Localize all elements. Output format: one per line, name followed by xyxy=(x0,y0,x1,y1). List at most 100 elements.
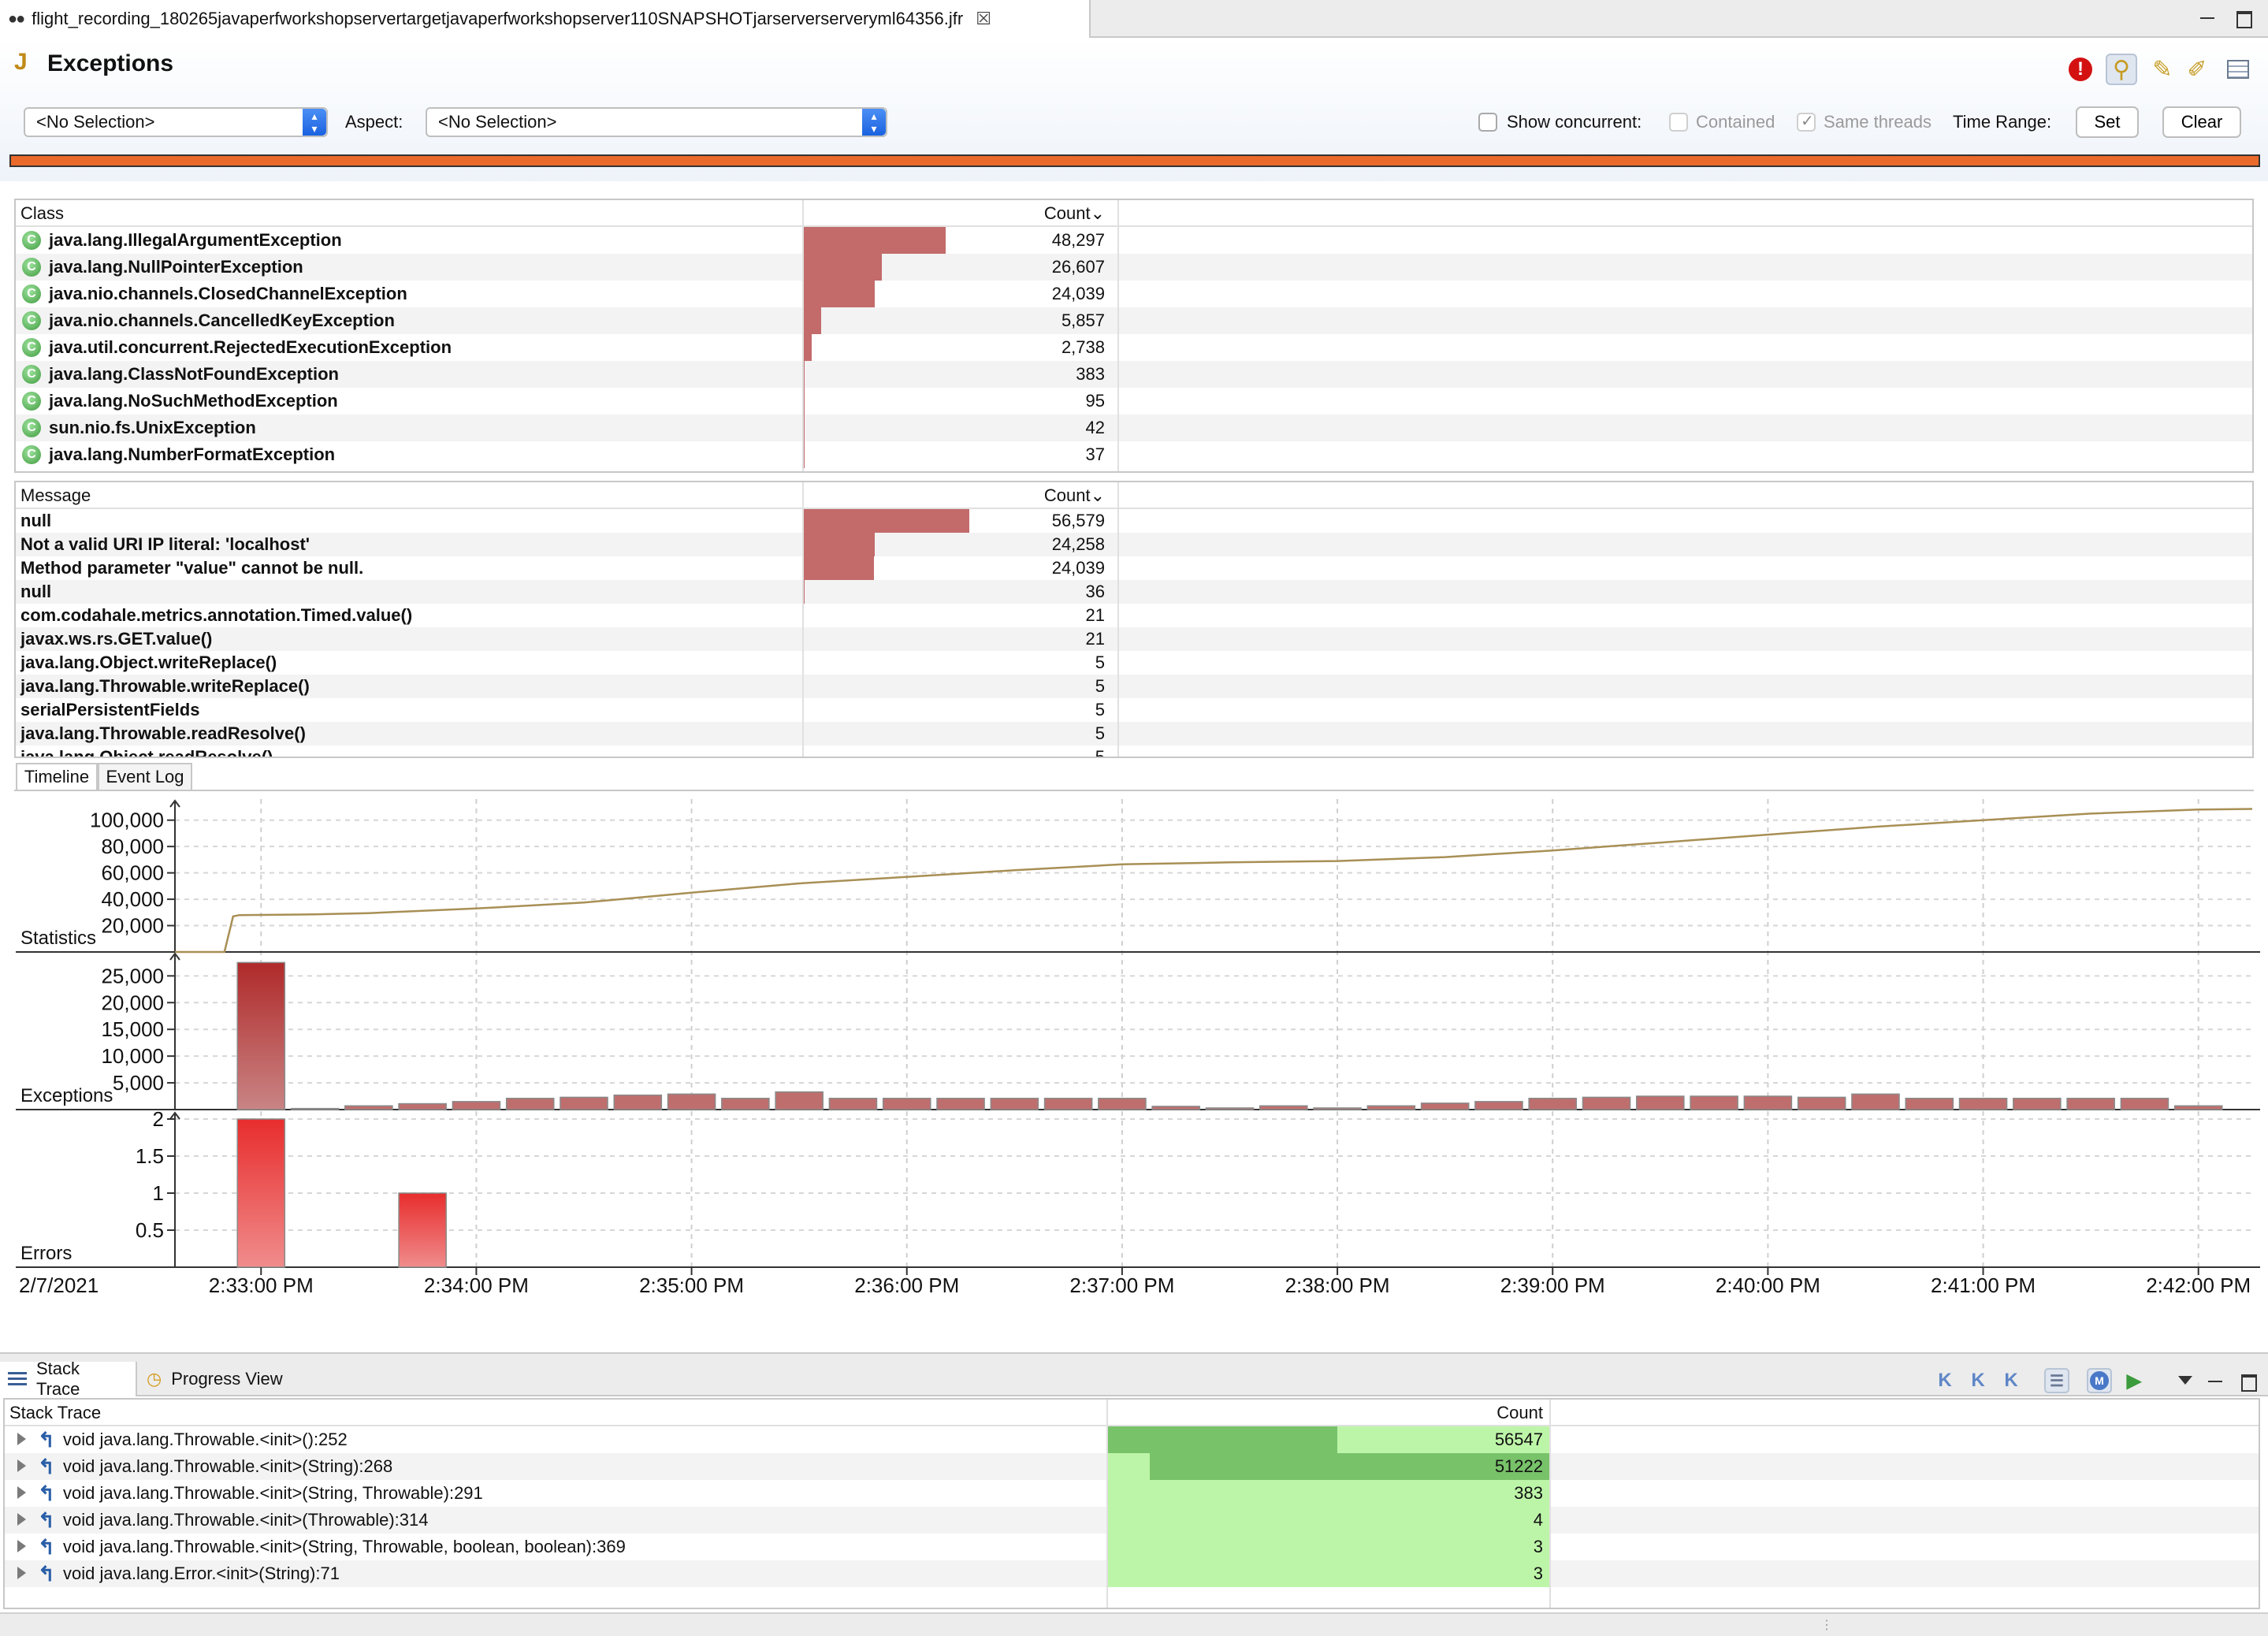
exceptions-page-icon: J xyxy=(14,49,28,75)
message-row-name: java.lang.Object.writeReplace() xyxy=(20,653,277,672)
message-row[interactable]: Method parameter "value" cannot be null.… xyxy=(16,556,2252,580)
clear-button[interactable]: Clear xyxy=(2162,106,2241,138)
class-row[interactable]: Cjava.lang.NoSuchMethodException 95 xyxy=(16,388,2252,415)
table-settings-icon[interactable] xyxy=(2222,54,2254,85)
y-tick-label: 2 xyxy=(153,1107,164,1131)
stack-trace-table: Stack Trace Count ↰ void java.lang.Throwa… xyxy=(3,1398,2260,1609)
expand-arrow-icon[interactable] xyxy=(17,1567,26,1579)
selection-combo[interactable]: <No Selection> ▴ ▾ xyxy=(24,107,328,137)
expand-arrow-icon[interactable] xyxy=(17,1486,26,1499)
message-column-header[interactable]: Message xyxy=(20,485,91,506)
show-concurrent-checkbox[interactable] xyxy=(1478,113,1497,132)
exception-bar xyxy=(344,1105,393,1110)
count-column-header[interactable]: Count⌄ xyxy=(804,485,1113,506)
aspect-combo[interactable]: <No Selection> ▴ ▾ xyxy=(426,107,887,137)
message-row-name: Not a valid URI IP literal: 'localhost' xyxy=(20,534,310,554)
class-row[interactable]: Cjava.nio.channels.ClosedChannelExceptio… xyxy=(16,281,2252,307)
class-icon: C xyxy=(22,392,41,411)
exception-bar xyxy=(1098,1098,1147,1110)
message-row[interactable]: java.lang.Object.writeReplace() 5 xyxy=(16,651,2252,675)
class-row[interactable]: Cjava.lang.ClassNotFoundException 383 xyxy=(16,361,2252,388)
edit-filter-icon[interactable]: ✐ xyxy=(2181,54,2213,85)
x-tick-label: 2:39:00 PM xyxy=(1500,1273,1605,1297)
tab-stack-trace[interactable]: Stack Trace xyxy=(0,1359,137,1399)
message-table-header: Message Count⌄ xyxy=(16,482,2252,509)
tab-event-log[interactable]: Event Log xyxy=(98,763,192,790)
merge-icon[interactable]: K xyxy=(1965,1368,1991,1393)
view-menu-icon[interactable] xyxy=(2172,1368,2197,1393)
stack-frame-row[interactable]: ↰ void java.lang.Error.<init>(String):71 3 xyxy=(5,1560,2259,1587)
editor-tab-recording[interactable]: ●● flight_recording_180265javaperfworksh… xyxy=(0,0,1091,38)
message-row[interactable]: java.lang.Throwable.writeReplace() 5 xyxy=(16,675,2252,698)
stack-frame-row[interactable]: ↰ void java.lang.Throwable.<init>():252 56… xyxy=(5,1426,2259,1453)
message-row[interactable]: javax.ws.rs.GET.value() 21 xyxy=(16,627,2252,651)
stack-frame-row[interactable]: ↰ void java.lang.Throwable.<init>(String,… xyxy=(5,1480,2259,1507)
class-row[interactable]: Cjava.lang.NullPointerException 26,607 xyxy=(16,254,2252,281)
y-tick-label: 10,000 xyxy=(101,1044,164,1068)
set-button[interactable]: Set xyxy=(2076,106,2139,138)
message-row[interactable]: java.lang.Object.readResolve() 5 xyxy=(16,745,2252,757)
y-tick-label: 40,000 xyxy=(101,887,164,911)
expand-arrow-icon[interactable] xyxy=(17,1433,26,1445)
class-row[interactable]: Cjava.nio.channels.CancelledKeyException… xyxy=(16,307,2252,334)
count-column-header[interactable]: Count⌄ xyxy=(804,203,1113,224)
exception-bar xyxy=(2066,1098,2115,1110)
stack-frame-row[interactable]: ↰ void java.lang.Throwable.<init>(Throwab… xyxy=(5,1507,2259,1534)
class-row[interactable]: Cjava.lang.IllegalArgumentException 48,29… xyxy=(16,227,2252,254)
message-row-name: java.lang.Throwable.writeReplace() xyxy=(20,676,310,696)
expand-arrow-icon[interactable] xyxy=(17,1459,26,1472)
class-column-header[interactable]: Class xyxy=(20,203,64,224)
toggle-concurrent-icon[interactable]: ⚲ xyxy=(2106,54,2137,85)
minimize-icon[interactable] xyxy=(2195,6,2219,30)
count-column-label: Count xyxy=(1043,485,1091,505)
message-row[interactable]: Not a valid URI IP literal: 'localhost' 2… xyxy=(16,533,2252,556)
message-row[interactable]: serialPersistentFields 5 xyxy=(16,698,2252,722)
view-minimize-icon[interactable] xyxy=(2203,1370,2227,1393)
run-icon[interactable]: ▶ xyxy=(2121,1368,2147,1393)
combo-arrows-icon: ▴ ▾ xyxy=(862,109,886,136)
filter-icon[interactable]: K xyxy=(1932,1368,1958,1393)
timeline-chart[interactable]: 20,000 40,00060,000 80,000 100,000 Statistic… xyxy=(0,791,2268,1327)
edit-aspect-icon[interactable]: ✎ xyxy=(2147,54,2178,85)
class-row[interactable]: Csun.nio.fs.UnixException 42 xyxy=(16,415,2252,441)
message-row-count: 36 xyxy=(1085,582,1105,601)
expand-arrow-icon[interactable] xyxy=(17,1513,26,1526)
message-row[interactable]: null 56,579 xyxy=(16,509,2252,533)
page-title: Exceptions xyxy=(47,50,174,76)
statistics-line xyxy=(175,808,2253,954)
same-threads-checkbox[interactable] xyxy=(1797,111,1816,132)
maximize-icon[interactable] xyxy=(2232,6,2255,30)
stack-frame-row[interactable]: ↰ void java.lang.Throwable.<init>(String)… xyxy=(5,1453,2259,1480)
count-column-header[interactable]: Count xyxy=(1108,1403,1549,1423)
exception-bar xyxy=(1582,1096,1631,1110)
error-status-icon[interactable]: ! xyxy=(2065,54,2096,85)
expand-arrow-icon[interactable] xyxy=(17,1540,26,1552)
close-tab-icon[interactable]: ☒ xyxy=(976,9,991,29)
class-row[interactable]: Cjava.lang.NumberFormatException 37 xyxy=(16,441,2252,468)
stack-trace-view-icon xyxy=(8,1372,27,1386)
class-row[interactable]: Cjava.util.concurrent.RejectedExecutionE… xyxy=(16,334,2252,361)
class-icon: C xyxy=(22,445,41,464)
resize-grip-icon[interactable]: ⋮ xyxy=(1820,1617,1833,1633)
stack-table-header: Stack Trace Count xyxy=(5,1400,2259,1426)
class-icon: C xyxy=(22,365,41,384)
method-return-icon: ↰ xyxy=(38,1535,55,1559)
tab-timeline[interactable]: Timeline xyxy=(16,763,98,790)
y-tick-label: 20,000 xyxy=(101,914,164,938)
message-row[interactable]: java.lang.Throwable.readResolve() 5 xyxy=(16,722,2252,745)
time-range-bar[interactable] xyxy=(9,154,2260,167)
message-row[interactable]: null 36 xyxy=(16,580,2252,604)
collapse-icon[interactable]: K xyxy=(1998,1368,2024,1393)
stack-frame-count: 3 xyxy=(1533,1563,1543,1583)
view-maximize-icon[interactable] xyxy=(2236,1370,2260,1393)
tab-progress-view[interactable]: ◷ Progress View xyxy=(139,1362,304,1396)
message-row[interactable]: com.codahale.metrics.annotation.Timed.va… xyxy=(16,604,2252,627)
stack-frame-name: void java.lang.Throwable.<init>():252 xyxy=(63,1430,348,1449)
tree-icon[interactable]: ☰ xyxy=(2044,1368,2069,1393)
method-icon[interactable]: M xyxy=(2087,1368,2112,1393)
exception-bar xyxy=(1313,1107,1362,1110)
exception-bar xyxy=(721,1098,770,1110)
stack-trace-column-header[interactable]: Stack Trace xyxy=(9,1403,101,1423)
contained-checkbox[interactable] xyxy=(1669,113,1688,132)
stack-frame-row[interactable]: ↰ void java.lang.Throwable.<init>(String,… xyxy=(5,1534,2259,1560)
